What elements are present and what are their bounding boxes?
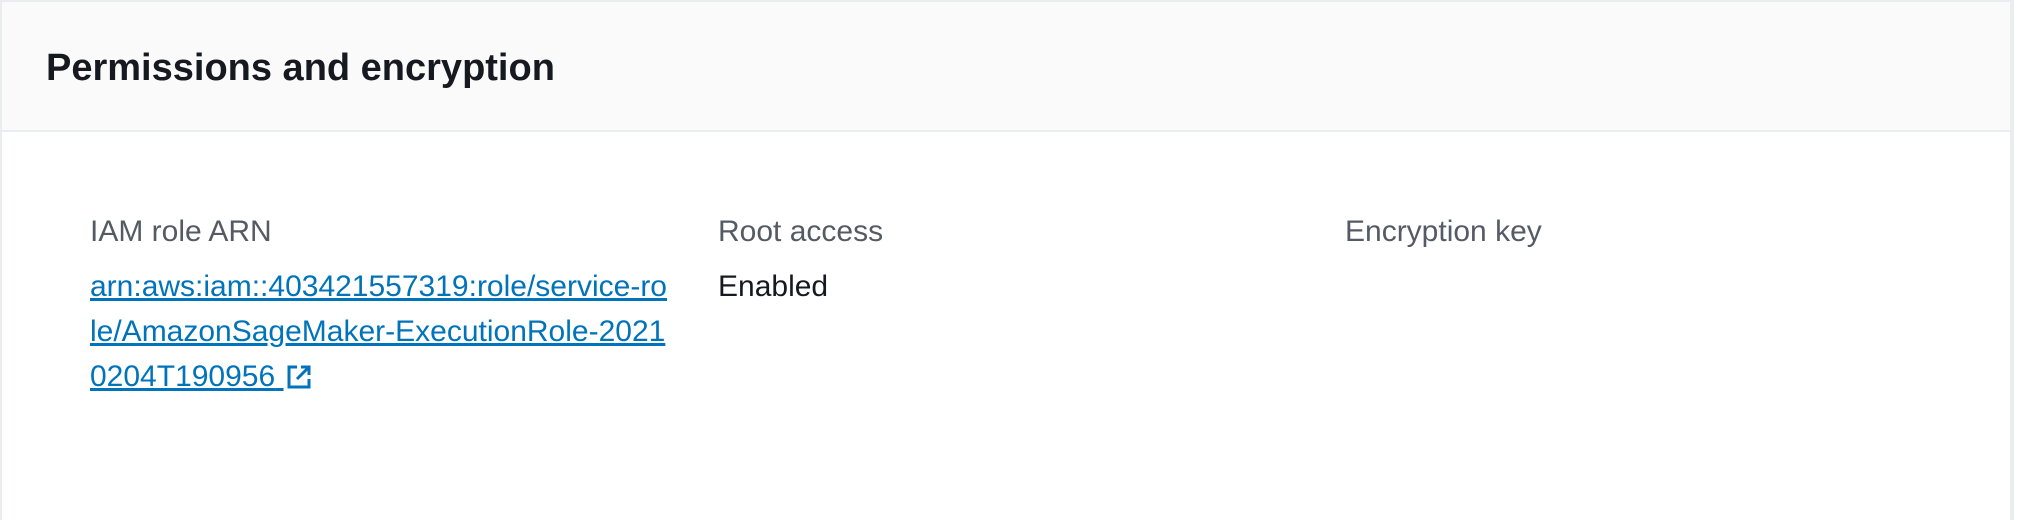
root-access-label: Root access	[718, 215, 884, 248]
iam-role-arn-text: arn:aws:iam::403421557319:role/service-r…	[90, 270, 667, 393]
encryption-key-label: Encryption key	[1345, 215, 1542, 248]
panel-body: IAM role ARN arn:aws:iam::403421557319:r…	[2, 132, 2010, 518]
root-access-field: Root access Enabled	[718, 214, 1298, 309]
permissions-encryption-panel: Permissions and encryption IAM role ARN …	[0, 0, 2014, 520]
iam-role-label: IAM role ARN	[90, 215, 272, 248]
root-access-value: Enabled	[718, 270, 829, 303]
external-link-icon	[286, 358, 312, 403]
iam-role-arn-link[interactable]: arn:aws:iam::403421557319:role/service-r…	[90, 264, 670, 403]
encryption-key-field: Encryption key	[1345, 214, 1925, 264]
iam-role-field: IAM role ARN arn:aws:iam::403421557319:r…	[90, 214, 670, 403]
panel-header: Permissions and encryption	[2, 2, 2010, 132]
panel-title: Permissions and encryption	[46, 47, 555, 89]
